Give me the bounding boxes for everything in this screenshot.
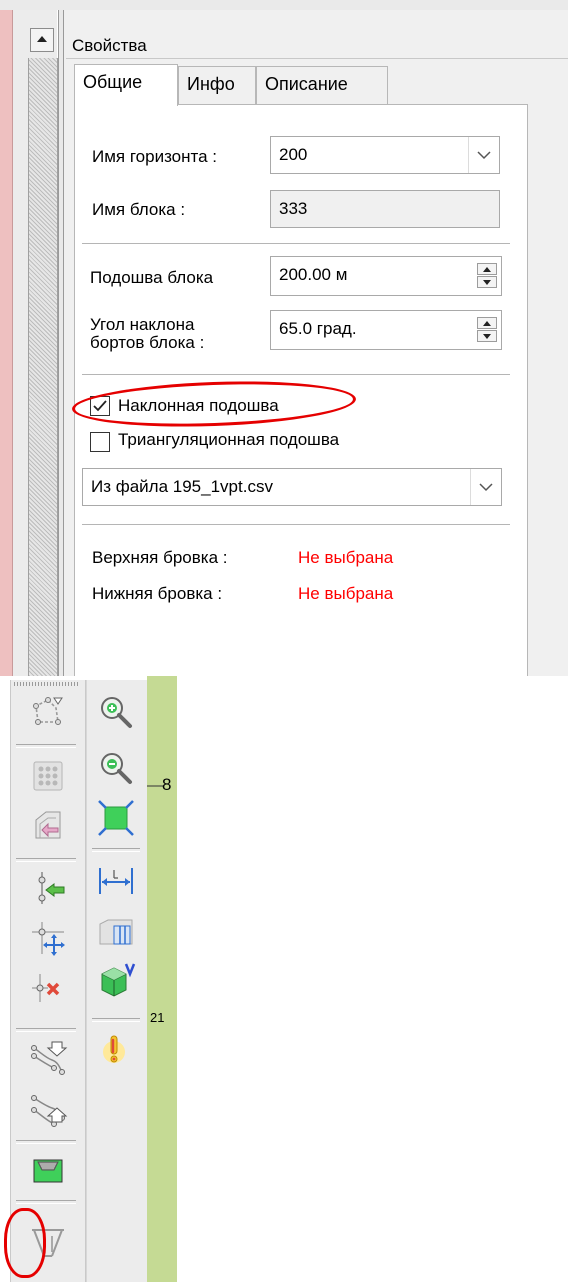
toolbar-separator <box>92 1018 140 1022</box>
block-name-field[interactable]: 333 <box>270 190 500 228</box>
chevron-down-icon[interactable] <box>468 137 499 173</box>
chevron-down-icon[interactable] <box>470 469 501 505</box>
spin-up-icon[interactable] <box>477 317 497 329</box>
tab-description[interactable]: Описание <box>256 66 388 104</box>
slope-angle-value: 65.0 град. <box>279 319 357 338</box>
title-divider <box>66 58 568 59</box>
line-up-icon[interactable] <box>28 1090 68 1130</box>
toolbar-grip[interactable] <box>14 682 80 686</box>
measure-distance-icon[interactable] <box>96 860 136 900</box>
horizon-name-label: Имя горизонта : <box>92 147 218 166</box>
canvas-label: 21 <box>150 1010 165 1025</box>
source-file-value: Из файла 195_1vpt.csv <box>91 477 273 496</box>
toolbar-separator <box>16 1140 76 1144</box>
annotation-ellipse <box>4 1208 46 1278</box>
spin-up-icon[interactable] <box>477 263 497 275</box>
block-base-label: Подошва блока <box>90 268 214 287</box>
lower-edge-label: Нижняя бровка : <box>92 584 223 603</box>
scrollbar-thumb[interactable] <box>28 58 58 676</box>
map-canvas[interactable] <box>147 676 177 1282</box>
section-icon[interactable] <box>96 912 136 952</box>
slope-angle-label-line1: Угол наклона <box>90 315 195 334</box>
toolbar-separator <box>16 1028 76 1032</box>
scroll-up-button[interactable] <box>30 28 54 52</box>
block-name-value: 333 <box>279 199 308 218</box>
move-point-icon[interactable] <box>28 918 68 958</box>
zoom-extents-icon[interactable] <box>96 798 136 838</box>
lower-edge-status: Не выбрана <box>298 584 394 603</box>
volume-icon[interactable] <box>96 960 136 1000</box>
zoom-in-icon[interactable] <box>96 692 136 732</box>
spin-down-icon[interactable] <box>477 276 497 288</box>
left-pane-edge <box>0 10 13 676</box>
upper-edge-label: Верхняя бровка : <box>92 548 228 567</box>
window-top-strip <box>0 0 568 10</box>
add-point-icon[interactable] <box>28 868 68 908</box>
spin-down-icon[interactable] <box>477 330 497 342</box>
zoom-out-icon[interactable] <box>96 748 136 788</box>
arrow-up-icon <box>37 36 47 42</box>
source-file-combobox[interactable]: Из файла 195_1vpt.csv <box>82 468 502 506</box>
canvas-tick <box>147 785 163 787</box>
slope-angle-spinbox[interactable]: 65.0 град. <box>270 310 502 350</box>
import-block-icon[interactable] <box>28 806 68 846</box>
spinner[interactable] <box>477 263 497 289</box>
warning-icon[interactable] <box>96 1030 136 1070</box>
canvas-label: 8 <box>162 775 172 794</box>
section-divider <box>82 243 510 245</box>
tab-info[interactable]: Инфо <box>178 66 256 104</box>
slope-angle-label: Угол наклона бортов блока : <box>90 316 204 352</box>
slope-angle-label-line2: бортов блока : <box>90 333 205 352</box>
triangulation-base-label[interactable]: Триангуляционная подошва <box>118 430 339 450</box>
horizon-name-combobox[interactable]: 200 <box>270 136 500 174</box>
tab-general[interactable]: Общие <box>74 64 178 106</box>
section-divider <box>82 524 510 526</box>
upper-edge-status: Не выбрана <box>298 548 394 567</box>
fill-area-icon[interactable] <box>28 1150 68 1190</box>
block-base-spinbox[interactable]: 200.00 м <box>270 256 502 296</box>
block-name-label: Имя блока : <box>92 200 186 219</box>
panel-title: Свойства <box>72 36 147 55</box>
point-grid-icon[interactable] <box>28 756 68 796</box>
spinner[interactable] <box>477 317 497 343</box>
line-down-icon[interactable] <box>28 1038 68 1078</box>
triangulation-base-checkbox[interactable] <box>90 432 110 452</box>
horizon-name-value: 200 <box>279 145 308 164</box>
delete-point-icon[interactable] <box>28 968 68 1008</box>
section-divider <box>82 374 510 376</box>
polygon-select-icon[interactable] <box>28 692 68 732</box>
block-base-value: 200.00 м <box>279 265 348 284</box>
toolbar-separator <box>16 744 76 748</box>
toolbar-separator <box>92 848 140 852</box>
toolbar-separator <box>16 858 76 862</box>
toolbar-separator <box>16 1200 76 1204</box>
